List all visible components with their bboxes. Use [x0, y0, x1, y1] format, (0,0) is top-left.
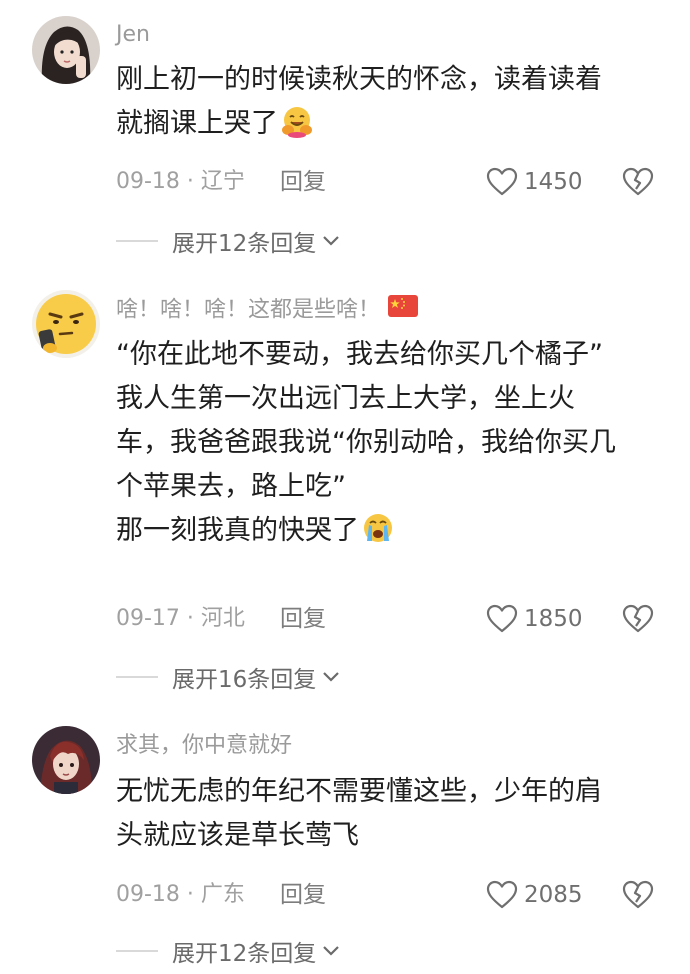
chevron-down-icon	[323, 946, 340, 956]
comment-text: 刚上初一的时候读秋天的怀念，读着读着 就搁课上哭了	[116, 58, 656, 152]
like-count: 1450	[524, 169, 583, 195]
chevron-down-icon	[323, 672, 340, 682]
broken-heart-icon	[622, 167, 654, 196]
dislike-button[interactable]	[622, 162, 654, 202]
comment-line: 就搁课上哭了	[116, 102, 656, 152]
like-count: 1850	[524, 606, 583, 632]
like-count: 2085	[524, 882, 583, 908]
divider-line	[116, 240, 158, 242]
comment-text: 无忧无虑的年纪不需要懂这些，少年的肩 头就应该是草长莺飞	[116, 770, 656, 858]
chevron-down-icon	[323, 236, 340, 246]
date-location: 09-17 · 河北	[116, 606, 245, 631]
comment-line: 我人生第一次出远门去上大学，坐上火	[116, 383, 575, 414]
heart-outline-icon	[486, 167, 518, 196]
comment-line: 刚上初一的时候读秋天的怀念，读着读着	[116, 64, 602, 95]
reply-button[interactable]: 回复	[280, 599, 326, 639]
broken-heart-icon	[622, 604, 654, 633]
like-button[interactable]: 2085	[486, 875, 583, 915]
username-text: 啥！啥！啥！这都是些啥！	[116, 297, 381, 323]
avatar[interactable]	[32, 726, 100, 794]
comment-line: “你在此地不要动，我去给你买几个橘子”	[116, 339, 603, 370]
comment-line: 那一刻我真的快哭了	[116, 509, 656, 559]
avatar[interactable]	[32, 290, 100, 358]
divider-line	[116, 676, 158, 678]
crying-face-emoji	[361, 511, 395, 559]
date-location: 09-18 · 辽宁	[116, 169, 245, 194]
expand-replies-label: 展开12条回复	[172, 941, 317, 967]
reply-button[interactable]: 回复	[280, 162, 326, 202]
divider-line	[116, 950, 158, 952]
expand-replies-label: 展开16条回复	[172, 667, 317, 693]
expand-replies-label: 展开12条回复	[172, 231, 317, 257]
comment-line: 个苹果去，路上吃”	[116, 471, 346, 502]
avatar[interactable]	[32, 16, 100, 84]
username[interactable]: Jen	[116, 20, 150, 50]
username[interactable]: 啥！啥！啥！这都是些啥！	[116, 295, 419, 326]
date-location: 09-18 · 广东	[116, 882, 245, 907]
china-flag-icon	[388, 295, 419, 326]
heart-outline-icon	[486, 604, 518, 633]
username[interactable]: 求其，你中意就好	[116, 731, 292, 761]
expand-replies[interactable]: 展开12条回复	[116, 931, 340, 971]
broken-heart-icon	[622, 880, 654, 909]
reply-button[interactable]: 回复	[280, 875, 326, 915]
comment-line-text: 那一刻我真的快哭了	[116, 515, 359, 546]
like-button[interactable]: 1450	[486, 162, 583, 202]
dislike-button[interactable]	[622, 875, 654, 915]
comment-text: “你在此地不要动，我去给你买几个橘子” 我人生第一次出远门去上大学，坐上火 车，…	[116, 333, 656, 559]
heart-outline-icon	[486, 880, 518, 909]
like-button[interactable]: 1850	[486, 599, 583, 639]
comment-line: 车，我爸爸跟我说“你别动哈，我给你买几	[116, 427, 616, 458]
hugging-face-emoji	[280, 104, 314, 152]
dislike-button[interactable]	[622, 599, 654, 639]
expand-replies[interactable]: 展开16条回复	[116, 657, 340, 697]
comment-line-text: 就搁课上哭了	[116, 108, 278, 139]
comment-line: 无忧无虑的年纪不需要懂这些，少年的肩	[116, 776, 602, 807]
comment-line: 头就应该是草长莺飞	[116, 820, 359, 851]
expand-replies[interactable]: 展开12条回复	[116, 221, 340, 261]
